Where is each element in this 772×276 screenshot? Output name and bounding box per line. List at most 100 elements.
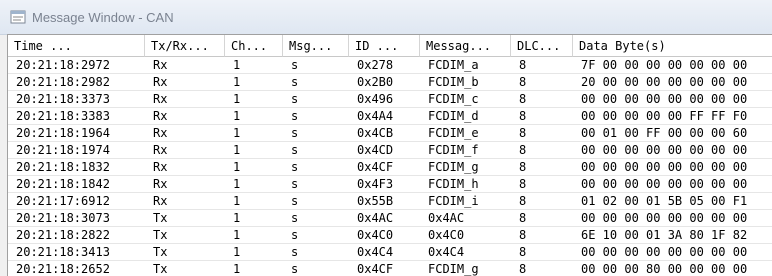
dlc-cell: 8 bbox=[519, 92, 527, 106]
column-header-txrx[interactable]: Tx/Rx... bbox=[145, 35, 225, 57]
table-row[interactable]: 20:21:18:2822 Tx 1 s 0x4C0 0x4C0 8 6E 10 00 01 … bbox=[8, 227, 772, 244]
data-bytes-cell: 00 00 00 00 00 00 00 00 bbox=[581, 245, 748, 259]
column-header-channel[interactable]: Ch... bbox=[225, 35, 283, 57]
msg-type-cell: s bbox=[291, 92, 299, 106]
dlc-cell: 8 bbox=[519, 143, 527, 157]
column-header-id[interactable]: ID ... bbox=[349, 35, 420, 57]
dlc-cell: 8 bbox=[519, 109, 527, 123]
table-row[interactable]: 20:21:18:3383 Rx 1 s 0x4A4 FCDIM_d 8 00 00 00 0… bbox=[8, 108, 772, 125]
message-name-cell: FCDIM_b bbox=[428, 75, 479, 89]
time-cell: 20:21:18:2822 bbox=[16, 228, 110, 242]
channel-cell: 1 bbox=[233, 194, 241, 208]
data-bytes-cell: 01 02 00 01 5B 05 00 F1 bbox=[581, 194, 748, 208]
txrx-cell: Rx bbox=[153, 58, 168, 72]
id-cell: 0x4CF bbox=[357, 262, 394, 276]
table-row[interactable]: 20:21:18:1974 Rx 1 s 0x4CD FCDIM_f 8 00 00 00 0… bbox=[8, 142, 772, 159]
column-header-data-bytes[interactable]: Data Byte(s) bbox=[573, 35, 772, 57]
table-body: 20:21:18:2972 Rx 1 s 0x278 FCDIM_a 8 7F 00 00 0… bbox=[8, 57, 772, 276]
channel-cell: 1 bbox=[233, 126, 241, 140]
data-bytes-cell: 00 00 00 00 00 00 00 00 bbox=[581, 177, 748, 191]
dlc-cell: 8 bbox=[519, 177, 527, 191]
column-header-time[interactable]: Time ... bbox=[8, 35, 145, 57]
channel-cell: 1 bbox=[233, 160, 241, 174]
msg-type-cell: s bbox=[291, 211, 299, 225]
txrx-cell: Rx bbox=[153, 177, 168, 191]
table-row[interactable]: 20:21:18:3413 Tx 1 s 0x4C4 0x4C4 8 00 00 00 00 … bbox=[8, 244, 772, 261]
time-cell: 20:21:18:3413 bbox=[16, 245, 110, 259]
dlc-cell: 8 bbox=[519, 75, 527, 89]
dlc-cell: 8 bbox=[519, 194, 527, 208]
dlc-cell: 8 bbox=[519, 228, 527, 242]
id-cell: 0x4AC bbox=[357, 211, 394, 225]
msg-type-cell: s bbox=[291, 58, 299, 72]
id-cell: 0x4C4 bbox=[357, 245, 394, 259]
table-row[interactable]: 20:21:18:3373 Rx 1 s 0x496 FCDIM_c 8 00 00 00 0… bbox=[8, 91, 772, 108]
time-cell: 20:21:18:3073 bbox=[16, 211, 110, 225]
id-cell: 0x4F3 bbox=[357, 177, 394, 191]
message-window-icon bbox=[10, 10, 26, 24]
time-cell: 20:21:18:3383 bbox=[16, 109, 110, 123]
channel-cell: 1 bbox=[233, 228, 241, 242]
message-name-cell: 0x4AC bbox=[428, 211, 465, 225]
message-name-cell: FCDIM_f bbox=[428, 143, 479, 157]
column-header-msg[interactable]: Msg... bbox=[283, 35, 349, 57]
message-name-cell: FCDIM_d bbox=[428, 109, 479, 123]
message-table: Time ... Tx/Rx... Ch... Msg... ID ... Me… bbox=[7, 34, 772, 276]
id-cell: 0x4CD bbox=[357, 143, 394, 157]
channel-cell: 1 bbox=[233, 177, 241, 191]
txrx-cell: Rx bbox=[153, 92, 168, 106]
dlc-cell: 8 bbox=[519, 160, 527, 174]
txrx-cell: Tx bbox=[153, 262, 168, 276]
txrx-cell: Rx bbox=[153, 75, 168, 89]
data-bytes-cell: 00 01 00 FF 00 00 00 60 bbox=[581, 126, 748, 140]
column-header-dlc[interactable]: DLC... bbox=[511, 35, 573, 57]
table-row[interactable]: 20:21:18:2982 Rx 1 s 0x2B0 FCDIM_b 8 20 00 00 0… bbox=[8, 74, 772, 91]
dlc-cell: 8 bbox=[519, 262, 527, 276]
message-name-cell: FCDIM_a bbox=[428, 58, 479, 72]
time-cell: 20:21:18:2652 bbox=[16, 262, 110, 276]
time-cell: 20:21:18:1842 bbox=[16, 177, 110, 191]
channel-cell: 1 bbox=[233, 262, 241, 276]
msg-type-cell: s bbox=[291, 126, 299, 140]
channel-cell: 1 bbox=[233, 75, 241, 89]
table-row[interactable]: 20:21:18:3073 Tx 1 s 0x4AC 0x4AC 8 00 00 00 00 … bbox=[8, 210, 772, 227]
message-name-cell: 0x4C0 bbox=[428, 228, 465, 242]
table-header: Time ... Tx/Rx... Ch... Msg... ID ... Me… bbox=[8, 35, 772, 57]
title-bar[interactable]: Message Window - CAN bbox=[0, 0, 772, 35]
message-name-cell: FCDIM_e bbox=[428, 126, 479, 140]
txrx-cell: Rx bbox=[153, 194, 168, 208]
msg-type-cell: s bbox=[291, 75, 299, 89]
time-cell: 20:21:18:1964 bbox=[16, 126, 110, 140]
column-header-message[interactable]: Messag... bbox=[420, 35, 511, 57]
id-cell: 0x4CF bbox=[357, 160, 394, 174]
message-window: Message Window - CAN Time ... Tx/Rx... C… bbox=[0, 0, 772, 276]
dlc-cell: 8 bbox=[519, 58, 527, 72]
dlc-cell: 8 bbox=[519, 245, 527, 259]
data-bytes-cell: 00 00 00 00 00 00 00 00 bbox=[581, 211, 748, 225]
time-cell: 20:21:18:3373 bbox=[16, 92, 110, 106]
table-row[interactable]: 20:21:18:1964 Rx 1 s 0x4CB FCDIM_e 8 00 01 00 F… bbox=[8, 125, 772, 142]
txrx-cell: Tx bbox=[153, 228, 168, 242]
message-name-cell: 0x4C4 bbox=[428, 245, 465, 259]
table-row[interactable]: 20:21:18:2652 Tx 1 s 0x4CF FCDIM_g 8 00 00 00 8… bbox=[8, 261, 772, 276]
data-bytes-cell: 00 00 00 00 00 FF FF F0 bbox=[581, 109, 748, 123]
table-row[interactable]: 20:21:18:1842 Rx 1 s 0x4F3 FCDIM_h 8 00 00 00 0… bbox=[8, 176, 772, 193]
msg-type-cell: s bbox=[291, 109, 299, 123]
id-cell: 0x55B bbox=[357, 194, 394, 208]
msg-type-cell: s bbox=[291, 194, 299, 208]
time-cell: 20:21:18:1974 bbox=[16, 143, 110, 157]
time-cell: 20:21:17:6912 bbox=[16, 194, 110, 208]
message-name-cell: FCDIM_i bbox=[428, 194, 479, 208]
channel-cell: 1 bbox=[233, 143, 241, 157]
window-title: Message Window - CAN bbox=[32, 10, 174, 25]
message-name-cell: FCDIM_c bbox=[428, 92, 479, 106]
id-cell: 0x2B0 bbox=[357, 75, 394, 89]
table-row[interactable]: 20:21:18:2972 Rx 1 s 0x278 FCDIM_a 8 7F 00 00 0… bbox=[8, 57, 772, 74]
table-row[interactable]: 20:21:17:6912 Rx 1 s 0x55B FCDIM_i 8 01 02 00 0… bbox=[8, 193, 772, 210]
channel-cell: 1 bbox=[233, 245, 241, 259]
table-row[interactable]: 20:21:18:1832 Rx 1 s 0x4CF FCDIM_g 8 00 00 00 0… bbox=[8, 159, 772, 176]
msg-type-cell: s bbox=[291, 262, 299, 276]
txrx-cell: Tx bbox=[153, 245, 168, 259]
dlc-cell: 8 bbox=[519, 211, 527, 225]
id-cell: 0x4C0 bbox=[357, 228, 394, 242]
